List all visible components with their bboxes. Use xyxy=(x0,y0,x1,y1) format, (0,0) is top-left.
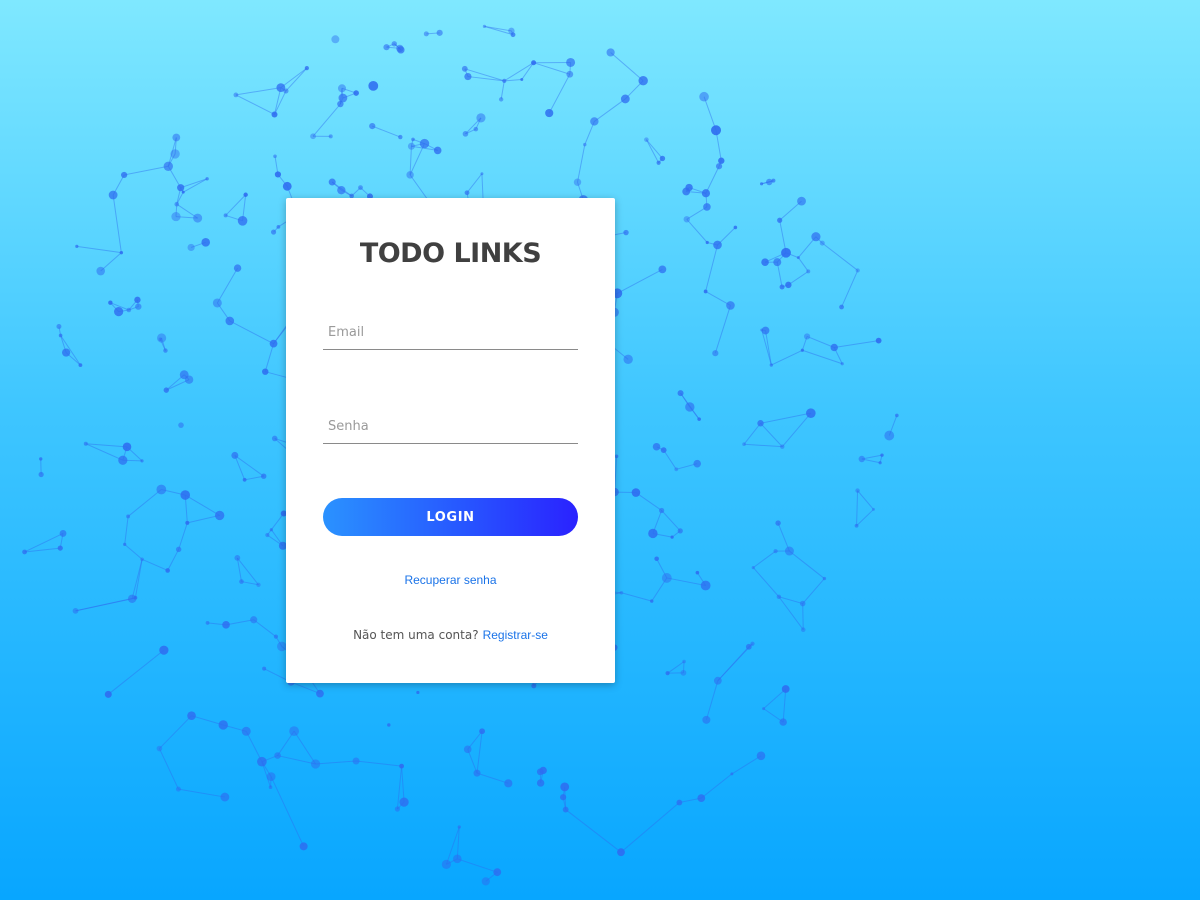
email-input[interactable] xyxy=(323,316,578,350)
recover-password-link[interactable]: Recuperar senha xyxy=(286,573,615,587)
password-input[interactable] xyxy=(323,410,578,444)
signup-row: Não tem uma conta? Registrar-se xyxy=(286,628,615,642)
login-card: TODO LINKS LOGIN Recuperar senha Não tem… xyxy=(286,198,615,683)
login-button[interactable]: LOGIN xyxy=(323,498,578,536)
no-account-text: Não tem uma conta? xyxy=(353,628,479,642)
register-link[interactable]: Registrar-se xyxy=(483,628,548,642)
app-title: TODO LINKS xyxy=(359,238,542,269)
